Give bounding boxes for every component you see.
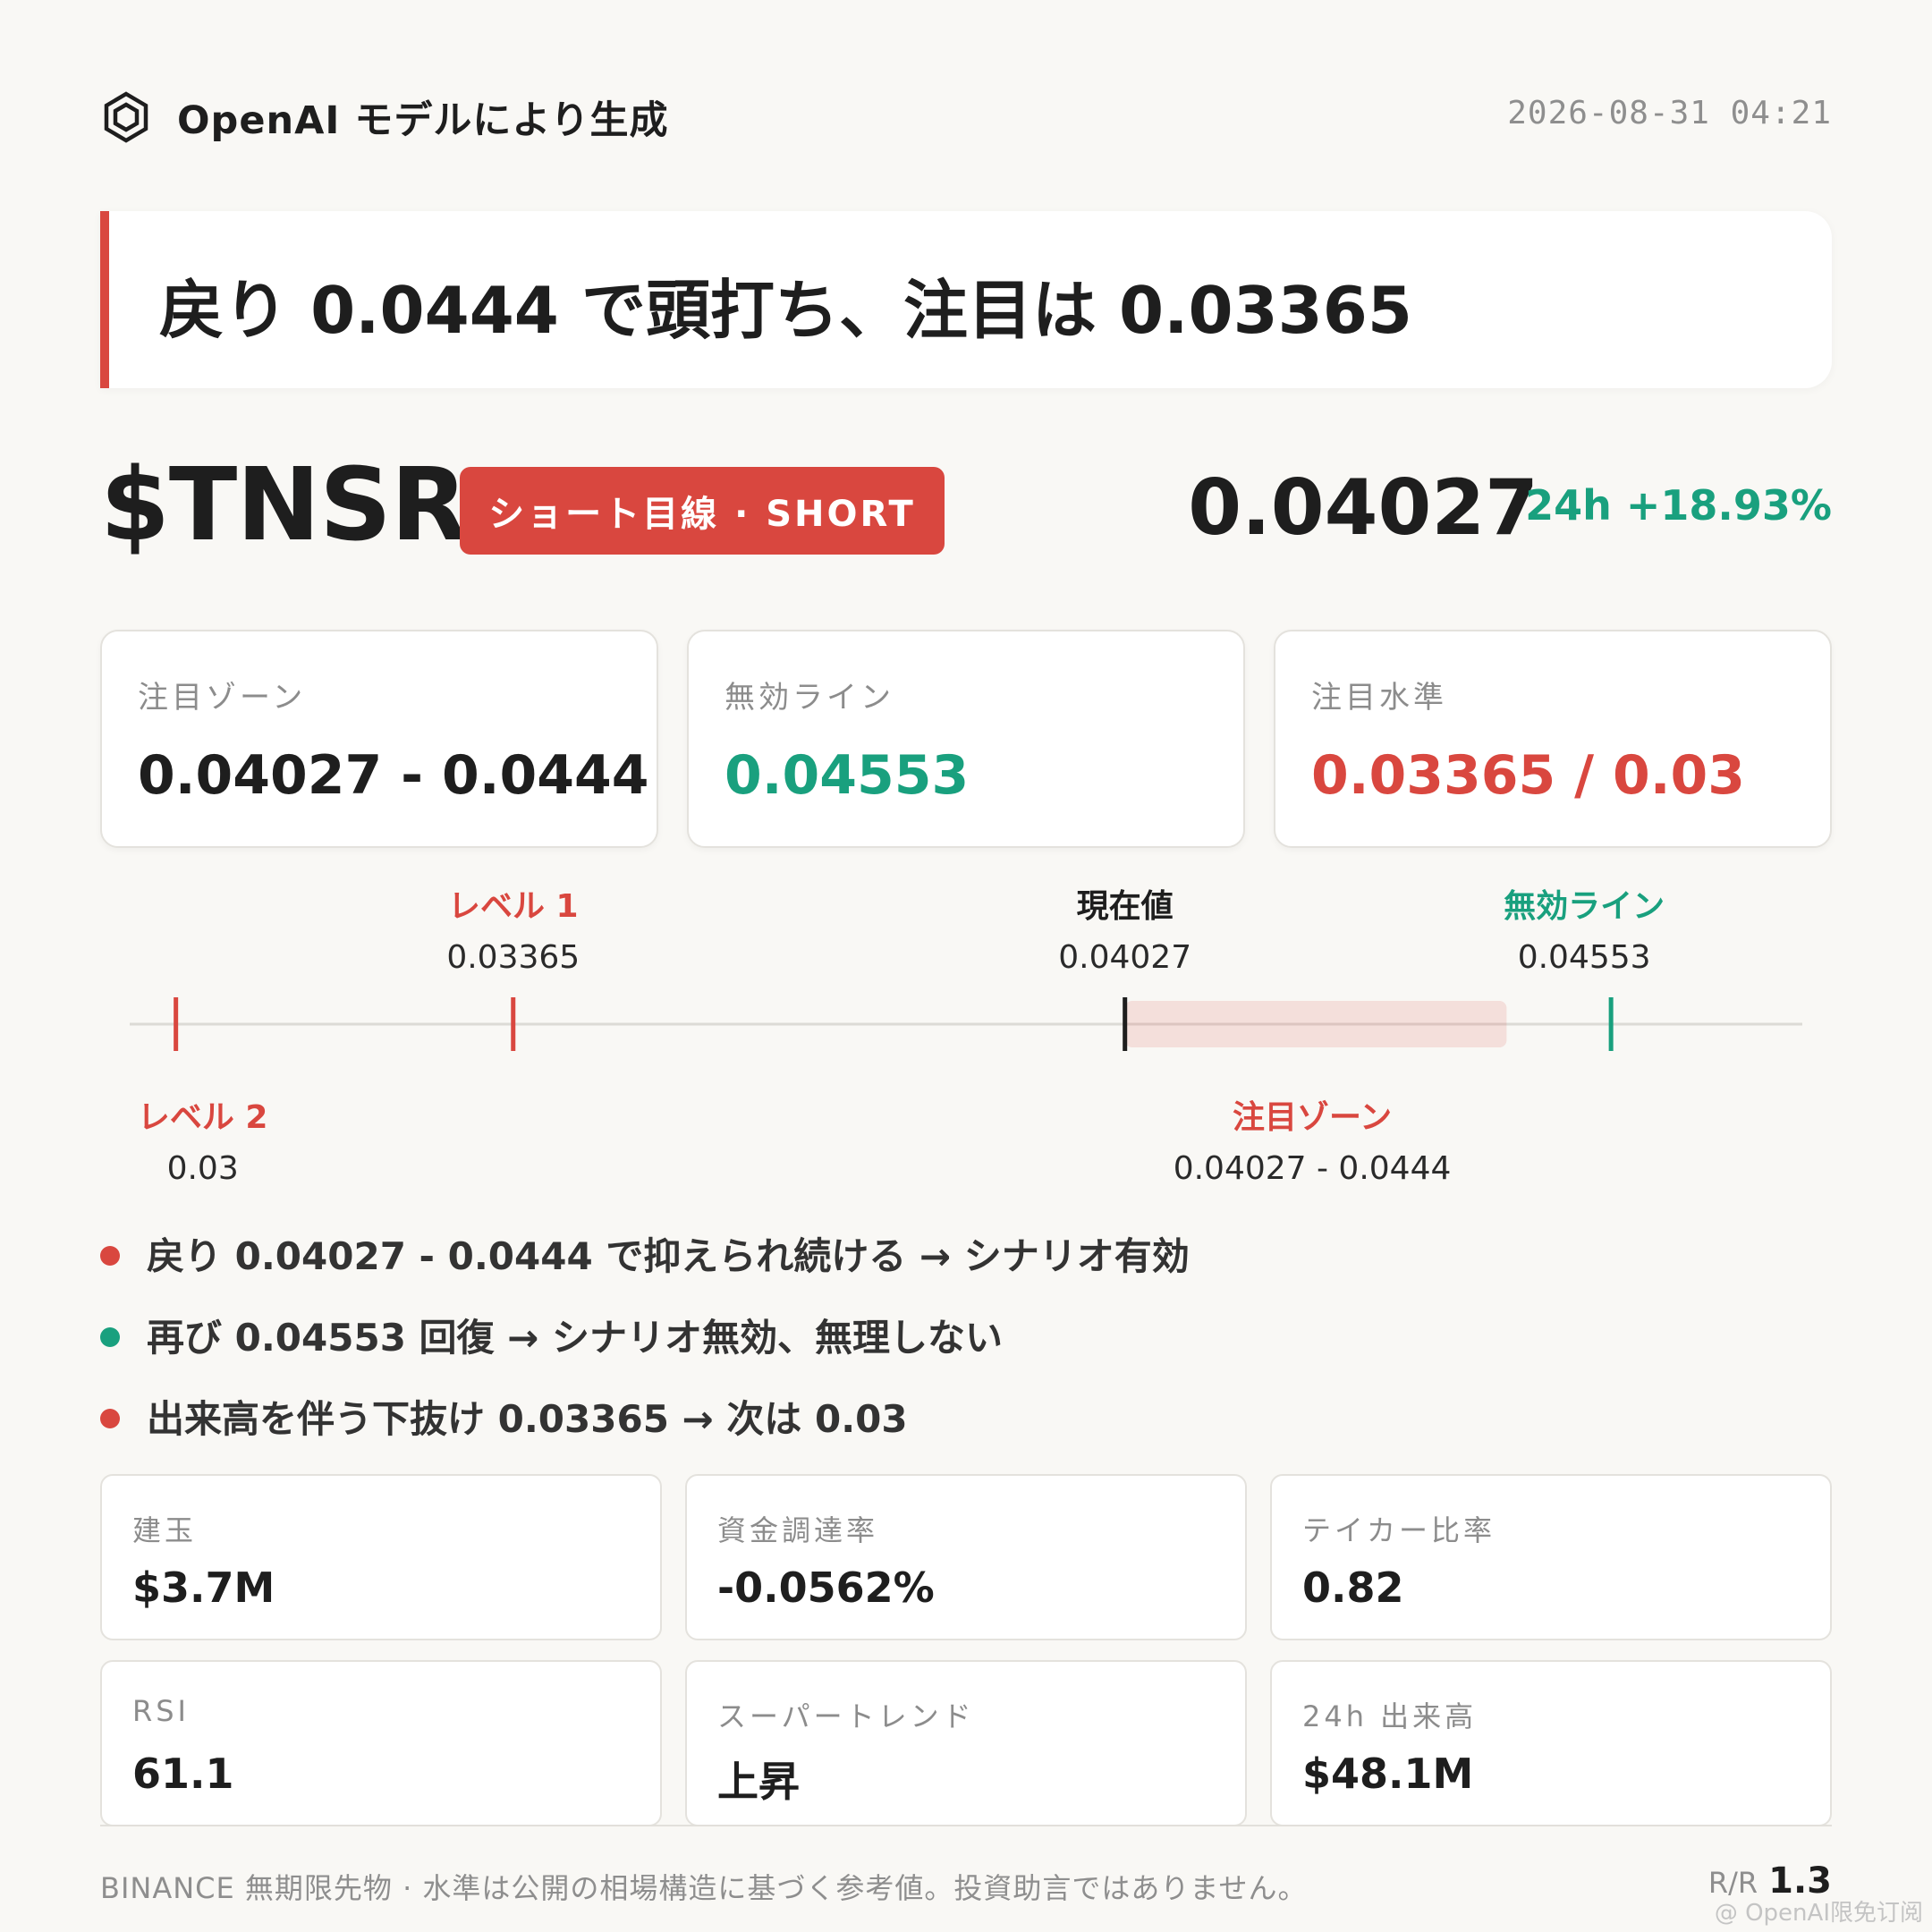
marker-label-1-title: レベル 1 bbox=[447, 888, 579, 925]
brand: OpenAI モデルにより生成 bbox=[100, 89, 669, 145]
zone-label-title: 注目ゾーン bbox=[1232, 1099, 1393, 1136]
bullet-dot-icon bbox=[100, 1408, 120, 1428]
bullet-dot-icon bbox=[100, 1245, 120, 1266]
zone-label: 注目ゾーン 0.04027 - 0.0444 bbox=[1133, 1091, 1491, 1187]
headline-text: 戻り 0.0444 で頭打ち、注目は 0.03365 bbox=[159, 273, 1412, 348]
header: OpenAI モデルにより生成 2026-08-31 04:21 bbox=[100, 82, 1832, 145]
marker-label-1: レベル 1 0.03365 bbox=[335, 880, 692, 976]
marker-label-0: レベル 2 0.03 bbox=[24, 1091, 382, 1187]
hexagon-logo-icon bbox=[104, 91, 148, 143]
marker-label-2-title: 現在値 bbox=[1076, 888, 1174, 925]
card-value: 0.04553 bbox=[724, 744, 970, 807]
stat-label: 建玉 bbox=[132, 1513, 198, 1547]
marker-label-2-value: 0.04027 bbox=[1058, 939, 1192, 976]
stat-taker-ratio: テイカー比率 0.82 bbox=[1270, 1474, 1832, 1640]
card-value: 0.04027 - 0.0444 bbox=[138, 744, 649, 807]
footer-divider bbox=[100, 1825, 1832, 1826]
current-price: 0.04027 bbox=[1188, 463, 1538, 553]
marker-label-1-value: 0.03365 bbox=[446, 939, 580, 976]
price-change-24h: 24h +18.93% bbox=[1525, 481, 1832, 530]
stat-value: 0.82 bbox=[1302, 1563, 1404, 1612]
stat-value: $48.1M bbox=[1302, 1750, 1474, 1798]
card-label: 無効ライン bbox=[724, 680, 894, 716]
list-item: 出来高を伴う下抜け 0.03365 → 次は 0.03 bbox=[100, 1376, 1832, 1457]
stat-label: スーパートレンド bbox=[717, 1699, 975, 1733]
focus-zone-band bbox=[1124, 1001, 1507, 1047]
list-item: 再び 0.04553 回復 → シナリオ無効、無理しない bbox=[100, 1294, 1832, 1376]
stat-label: テイカー比率 bbox=[1302, 1513, 1496, 1547]
stat-rsi: RSI 61.1 bbox=[100, 1660, 662, 1826]
stat-open-interest: 建玉 $3.7M bbox=[100, 1474, 662, 1640]
stat-volume-24h: 24h 出来高 $48.1M bbox=[1270, 1660, 1832, 1826]
ticker-symbol: $TNSR bbox=[100, 447, 468, 564]
card-value: 0.03365 / 0.03 bbox=[1311, 744, 1746, 807]
marker-label-0-title: レベル 2 bbox=[137, 1099, 268, 1136]
watermark: @ OpenAI限免订阅 bbox=[1714, 1900, 1923, 1927]
scenario-list: 戻り 0.04027 - 0.0444 で抑えられ続ける → シナリオ有効 再び… bbox=[100, 1213, 1832, 1457]
stat-value: -0.0562% bbox=[717, 1563, 935, 1612]
stat-value: 61.1 bbox=[132, 1750, 234, 1798]
card-label: 注目ゾーン bbox=[138, 680, 307, 716]
card-invalidation: 無効ライン 0.04553 bbox=[687, 630, 1245, 848]
bullet-dot-icon bbox=[100, 1326, 120, 1347]
marker-label-3-title: 無効ライン bbox=[1504, 888, 1665, 925]
card-focus-zone: 注目ゾーン 0.04027 - 0.0444 bbox=[100, 630, 658, 848]
marker-label-3-value: 0.04553 bbox=[1517, 939, 1651, 976]
stat-label: RSI bbox=[132, 1694, 190, 1728]
price-level-scale: レベル 2 0.03 レベル 1 0.03365 現在値 0.04027 無効ライン 0.04… bbox=[0, 877, 1932, 1199]
stat-label: 24h 出来高 bbox=[1302, 1699, 1478, 1733]
disclaimer: BINANCE 無期限先物 · 水準は公開の相場構造に基づく参考値。投資助言では… bbox=[100, 1871, 1308, 1905]
marker-label-0-value: 0.03 bbox=[166, 1150, 239, 1187]
stat-funding-rate: 資金調達率 -0.0562% bbox=[685, 1474, 1247, 1640]
stat-value: $3.7M bbox=[132, 1563, 275, 1612]
brand-text: OpenAI モデルにより生成 bbox=[177, 98, 669, 143]
zone-label-value: 0.04027 - 0.0444 bbox=[1173, 1150, 1452, 1187]
marker-label-3: 無効ライン 0.04553 bbox=[1405, 880, 1763, 976]
short-badge: ショート目線 · SHORT bbox=[460, 467, 945, 555]
stat-supertrend: スーパートレンド 上昇 bbox=[685, 1660, 1247, 1826]
signal-card: OpenAI モデルにより生成 2026-08-31 04:21 戻り 0.04… bbox=[0, 0, 1932, 1932]
card-target-levels: 注目水準 0.03365 / 0.03 bbox=[1274, 630, 1832, 848]
headline-box: 戻り 0.0444 で頭打ち、注目は 0.03365 bbox=[100, 211, 1832, 388]
timestamp: 2026-08-31 04:21 bbox=[1507, 95, 1832, 131]
list-item: 戻り 0.04027 - 0.0444 で抑えられ続ける → シナリオ有効 bbox=[100, 1213, 1832, 1294]
stat-label: 資金調達率 bbox=[717, 1513, 879, 1547]
bullet-text: 出来高を伴う下抜け 0.03365 → 次は 0.03 bbox=[147, 1397, 908, 1441]
card-label: 注目水準 bbox=[1311, 680, 1447, 716]
stat-value: 上昇 bbox=[717, 1758, 800, 1806]
bullet-text: 再び 0.04553 回復 → シナリオ無効、無理しない bbox=[147, 1316, 1003, 1360]
bullet-text: 戻り 0.04027 - 0.0444 で抑えられ続ける → シナリオ有効 bbox=[147, 1234, 1190, 1278]
marker-label-2: 現在値 0.04027 bbox=[946, 880, 1304, 976]
